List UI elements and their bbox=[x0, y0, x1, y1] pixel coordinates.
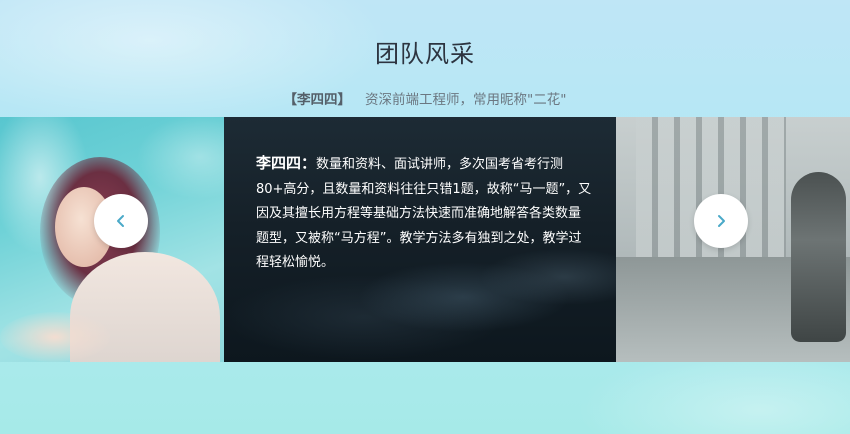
section-subtitle: 【李四四】 资深前端工程师，常用昵称"二花" bbox=[0, 88, 850, 108]
subtitle-name: 【李四四】 bbox=[283, 92, 352, 108]
member-bio: 李四四：数量和资料、面试讲师，多次国考省考行测80+高分，且数量和资料往往只错1… bbox=[256, 151, 592, 276]
chevron-left-icon bbox=[117, 215, 124, 227]
next-slide-button[interactable] bbox=[694, 194, 748, 248]
chevron-right-icon bbox=[718, 215, 725, 227]
section-title: 团队风采 bbox=[375, 40, 475, 68]
member-name: 李四四： bbox=[256, 154, 317, 172]
team-carousel: 李四四：数量和资料、面试讲师，多次国考省考行测80+高分，且数量和资料往往只错1… bbox=[0, 117, 850, 362]
member-description: 数量和资料、面试讲师，多次国考省考行测80+高分，且数量和资料往往只错1题，故称… bbox=[256, 157, 592, 270]
active-member-card: 李四四：数量和资料、面试讲师，多次国考省考行测80+高分，且数量和资料往往只错1… bbox=[224, 117, 616, 362]
prev-slide-button[interactable] bbox=[94, 194, 148, 248]
subtitle-description: 资深前端工程师，常用昵称"二花" bbox=[365, 92, 567, 108]
